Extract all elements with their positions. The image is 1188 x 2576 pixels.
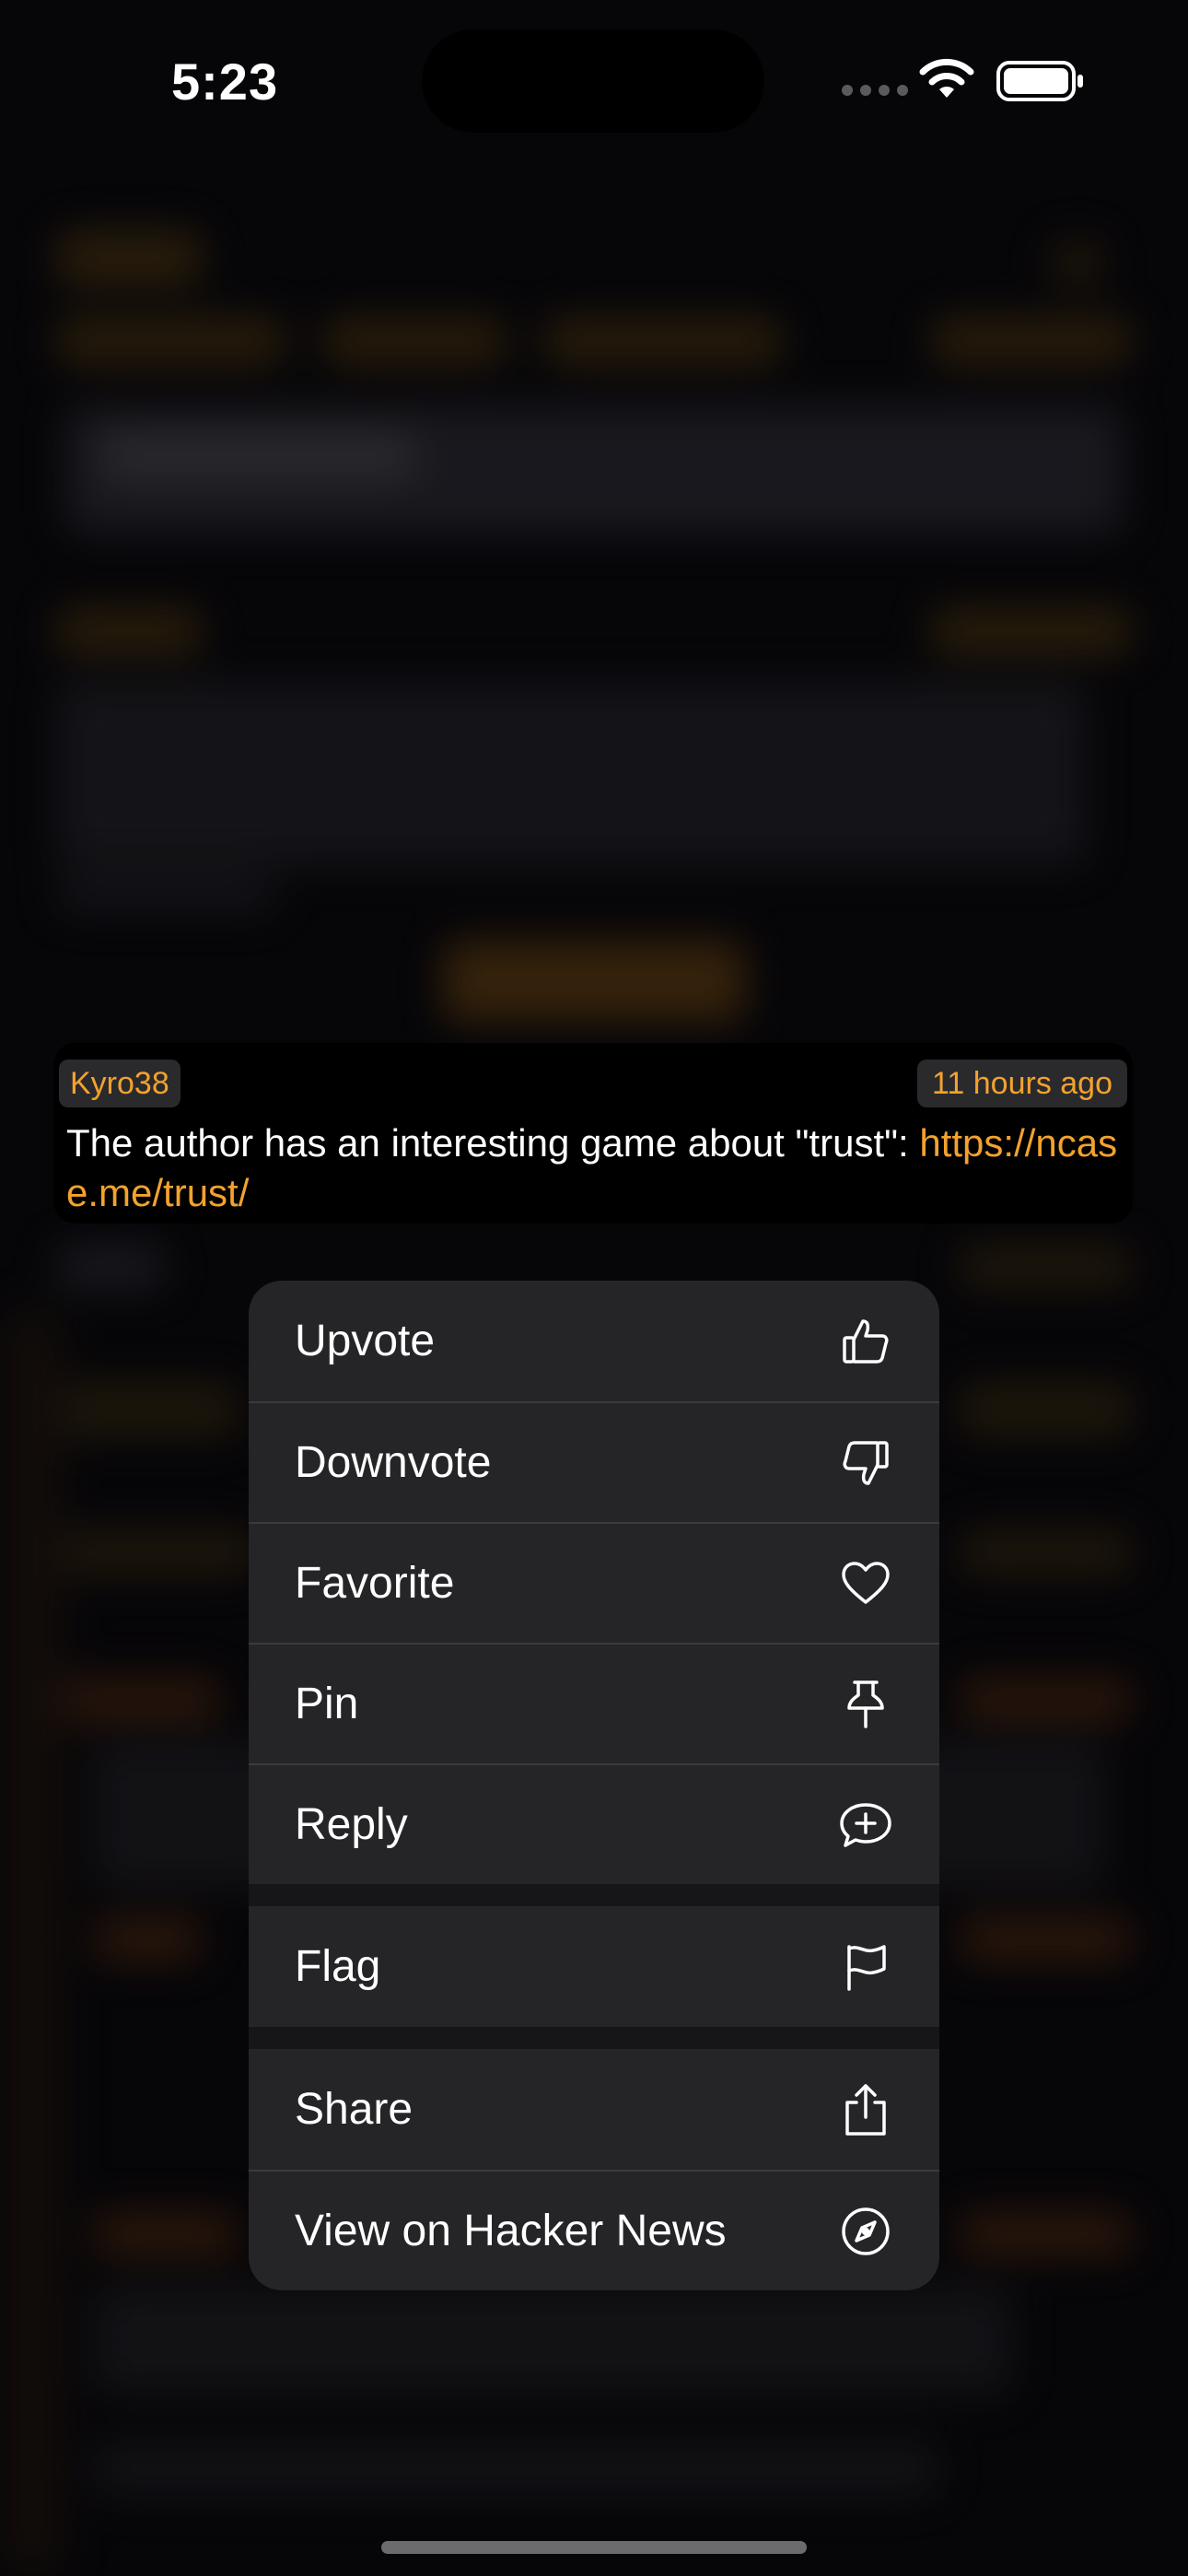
thumbs-up-icon [838, 1314, 893, 1369]
context-menu: Upvote Downvote Favorite Pin Reply Flag … [249, 1281, 939, 2290]
menu-item-view-on-hacker-news[interactable]: View on Hacker News [249, 2170, 939, 2290]
dynamic-island [422, 29, 764, 133]
comment-body: The author has an interesting game about… [66, 1118, 1131, 1218]
heart-icon [838, 1556, 893, 1611]
reply-bubble-plus-icon [838, 1797, 893, 1853]
pin-icon [838, 1677, 893, 1732]
flag-icon [838, 1939, 893, 1995]
menu-item-share[interactable]: Share [249, 2049, 939, 2170]
menu-item-pin[interactable]: Pin [249, 1643, 939, 1763]
menu-item-label: View on Hacker News [295, 2207, 727, 2255]
menu-item-upvote[interactable]: Upvote [249, 1281, 939, 1401]
wifi-icon [919, 58, 974, 98]
menu-section-gap [249, 2027, 939, 2049]
home-indicator[interactable] [381, 2541, 807, 2554]
menu-item-label: Pin [295, 1680, 359, 1728]
comment-timestamp: 11 hours ago [917, 1060, 1127, 1107]
cellular-signal-icon [842, 85, 908, 96]
menu-item-label: Reply [295, 1800, 408, 1849]
menu-item-label: Downvote [295, 1438, 492, 1487]
menu-section-gap [249, 1884, 939, 1906]
menu-item-favorite[interactable]: Favorite [249, 1522, 939, 1643]
menu-item-label: Share [295, 2085, 413, 2134]
menu-item-label: Upvote [295, 1317, 436, 1365]
battery-icon [996, 61, 1083, 101]
status-time: 5:23 [171, 53, 279, 111]
comment-text: The author has an interesting game about… [66, 1121, 920, 1165]
menu-item-label: Flag [295, 1942, 381, 1991]
compass-icon [838, 2204, 893, 2259]
focused-comment-card: Kyro38 11 hours ago The author has an in… [53, 1043, 1133, 1224]
comment-author[interactable]: Kyro38 [59, 1060, 181, 1107]
thumbs-down-icon [838, 1435, 893, 1491]
menu-item-downvote[interactable]: Downvote [249, 1401, 939, 1522]
menu-item-label: Favorite [295, 1559, 455, 1608]
share-icon [838, 2082, 893, 2137]
menu-item-reply[interactable]: Reply [249, 1763, 939, 1884]
menu-item-flag[interactable]: Flag [249, 1906, 939, 2027]
